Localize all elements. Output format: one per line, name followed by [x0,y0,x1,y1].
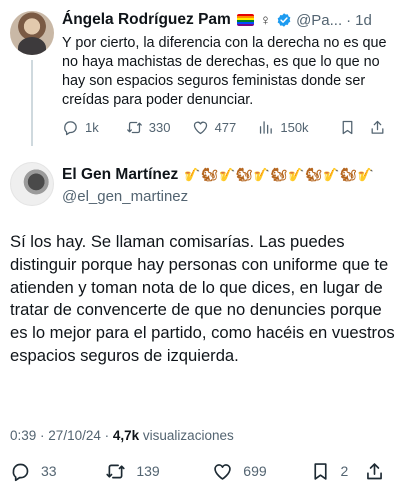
avatar[interactable] [10,162,54,206]
views-button[interactable]: 150k [257,119,339,136]
like-button[interactable]: 477 [192,119,258,136]
separator-dot: · [346,11,352,29]
main-action-bar: 33 139 699 2 [10,459,395,483]
author-handle[interactable]: @Pa... [296,12,342,29]
views-total: 4,7k [112,428,140,443]
bookmark-button[interactable]: 2 [310,461,364,482]
main-tweet[interactable]: El Gen Martínez 🎷 🐿 🎷 🐿 🎷 🐿 🎷 🐿 🎷 🐿 🎷 @e… [0,146,400,486]
views-label: visualizaciones [142,428,234,443]
parent-action-bar: 1k 330 477 150k [62,117,392,137]
views-chart-icon [260,120,273,134]
reply-icon [64,120,77,135]
saxophone-icon: 🎷 [323,167,340,182]
squirrel-icon: 🐿 [340,167,357,182]
main-tweet-text: Sí los hay. Se llaman comisarías. Las pu… [10,232,395,365]
main-tweet-header: El Gen Martínez 🎷 🐿 🎷 🐿 🎷 🐿 🎷 🐿 🎷 🐿 🎷 [62,165,375,185]
repost-count: 139 [136,463,160,479]
saxophone-icon: 🎷 [184,167,201,182]
author-name[interactable]: Ángela Rodríguez Pam [62,11,231,29]
squirrel-icon: 🐿 [201,167,218,182]
name-emoji-row: 🎷 🐿 🎷 🐿 🎷 🐿 🎷 🐿 🎷 🐿 🎷 [184,167,375,183]
avatar[interactable] [10,11,54,55]
tweet-time[interactable]: 0:39 [10,428,36,443]
like-count: 477 [214,119,237,135]
repost-icon [126,121,142,133]
like-button[interactable]: 699 [212,461,309,482]
view-count: 150k [280,119,309,135]
rainbow-flag-icon [236,14,254,26]
reply-icon [12,463,29,481]
reply-count: 1k [85,119,99,135]
squirrel-icon: 🐿 [305,167,323,182]
squirrel-icon: 🐿 [270,167,288,182]
parent-tweet[interactable]: Ángela Rodríguez Pam ♀ @Pa... · 1d Y por… [0,0,400,146]
heart-icon [214,463,232,480]
saxophone-icon: 🎷 [357,167,374,182]
share-button[interactable] [364,461,395,482]
share-icon [371,120,384,134]
tweet-time[interactable]: 1d [355,12,372,29]
repost-count: 330 [148,119,171,135]
share-button[interactable] [369,119,392,136]
reply-count: 33 [41,463,57,479]
repost-icon [106,464,125,478]
separator-dot: · [104,428,113,443]
author-handle[interactable]: @el_gen_martinez [62,188,188,205]
bookmark-icon [313,462,327,480]
heart-icon [193,121,207,134]
thread-connector-line [31,60,33,146]
squirrel-icon: 🐿 [236,167,253,182]
like-count: 699 [243,463,267,479]
tweet-metadata: 0:39 · 27/10/24 · 4,7k visualizaciones [10,428,234,443]
reply-button[interactable]: 1k [62,119,126,136]
bookmark-button[interactable] [339,119,369,136]
reply-button[interactable]: 33 [10,461,105,482]
share-icon [367,462,382,479]
bookmark-icon [342,120,353,134]
repost-button[interactable]: 139 [105,461,212,482]
saxophone-icon: 🎷 [218,167,236,182]
gender-symbol: ♀ [259,11,272,29]
verified-badge-icon [277,13,291,27]
saxophone-icon: 🎷 [288,167,305,182]
author-name[interactable]: El Gen Martínez [62,166,178,184]
parent-tweet-header: Ángela Rodríguez Pam ♀ @Pa... · 1d [62,10,372,30]
saxophone-icon: 🎷 [253,167,270,182]
repost-button[interactable]: 330 [126,119,192,136]
parent-tweet-text: Y por cierto, la diferencia con la derec… [62,35,387,108]
tweet-date[interactable]: 27/10/24 [48,428,101,443]
bookmark-count: 2 [340,463,349,479]
